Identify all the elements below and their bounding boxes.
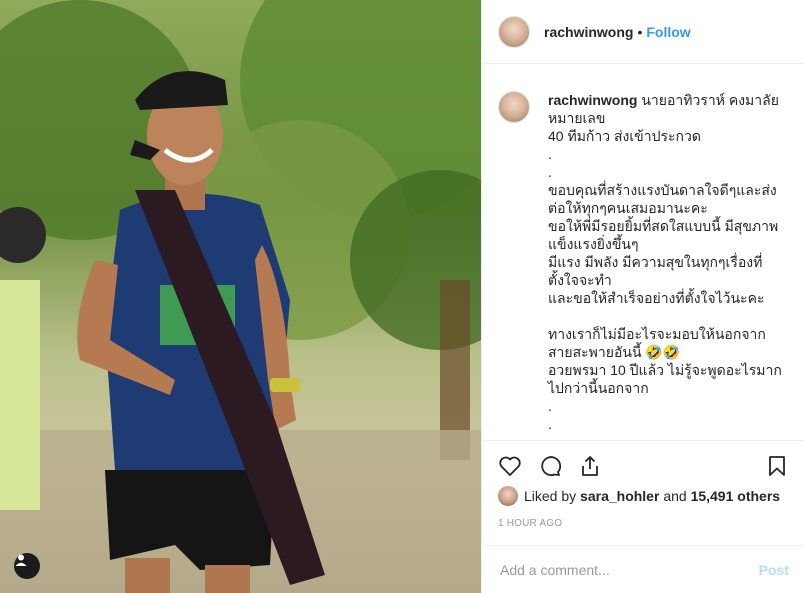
user-tag-button[interactable] — [14, 553, 40, 579]
add-comment-bar: Post — [482, 545, 804, 593]
user-icon — [15, 554, 27, 566]
bookmark-icon — [769, 455, 785, 476]
caption-username-link[interactable]: rachwinwong — [548, 92, 637, 108]
caption-body: นายอาทิวราห์ คงมาลัย หมายเลข 40 ทีมก้าว … — [548, 92, 782, 432]
photo-illustration — [0, 0, 481, 593]
username-link[interactable]: rachwinwong — [544, 24, 633, 40]
comment-input[interactable] — [498, 560, 759, 579]
likes-line: Liked by sara_hohler and 15,491 others — [498, 486, 780, 506]
caption-avatar[interactable] — [498, 91, 530, 123]
heart-icon — [499, 456, 521, 476]
caption-text: rachwinwong นายอาทิวราห์ คงมาลัย หมายเลข… — [548, 91, 788, 439]
post-header: rachwinwong • Follow — [482, 0, 804, 64]
liker-username-link[interactable]: sara_hohler — [580, 488, 659, 504]
likes-middle: and — [663, 488, 687, 504]
comment-icon — [541, 455, 562, 476]
like-button[interactable] — [496, 452, 524, 480]
post-photo[interactable] — [0, 0, 481, 593]
likes-prefix: Liked by — [524, 488, 577, 504]
avatar[interactable] — [498, 15, 530, 48]
action-bar — [482, 440, 804, 490]
post-comment-button[interactable]: Post — [759, 562, 789, 578]
caption-area: rachwinwong นายอาทิวราห์ คงมาลัย หมายเลข… — [482, 65, 804, 439]
post-side-panel: rachwinwong • Follow rachwinwong นายอาทิ… — [481, 0, 804, 593]
liker-avatar[interactable] — [498, 486, 518, 506]
save-button[interactable] — [763, 452, 791, 480]
separator-dot: • — [637, 23, 643, 40]
share-button[interactable] — [576, 452, 604, 480]
likes-count-link[interactable]: 15,491 others — [691, 488, 781, 504]
post-timestamp[interactable]: 1 HOUR AGO — [498, 518, 562, 529]
follow-button[interactable]: Follow — [646, 24, 690, 40]
comment-button[interactable] — [536, 452, 564, 480]
share-icon — [582, 455, 598, 476]
